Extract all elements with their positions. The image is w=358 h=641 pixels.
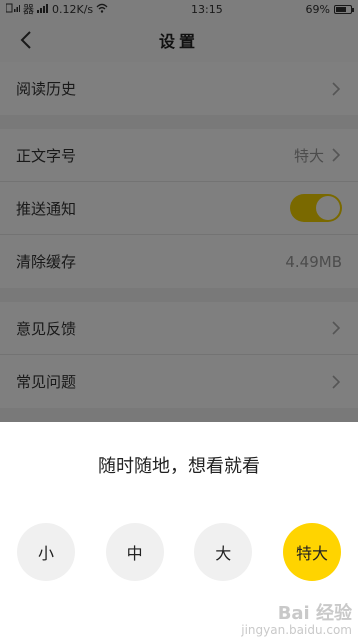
size-option-large[interactable]: 大 <box>194 523 253 581</box>
watermark-main: Bai 经验 <box>277 603 352 625</box>
watermark-sub: jingyan.baidu.com <box>241 622 352 637</box>
size-options: 小 中 大 特大 <box>17 523 341 581</box>
size-option-small[interactable]: 小 <box>17 523 75 581</box>
sheet-title: 随时随地，想看就看 <box>98 456 260 477</box>
size-option-extra-large[interactable]: 特大 <box>282 523 341 581</box>
font-size-sheet: 随时随地，想看就看 小 中 大 特大 Bai 经验 jingyan.baidu.… <box>0 422 358 641</box>
size-option-medium[interactable]: 中 <box>105 523 164 581</box>
watermark: Bai 经验 jingyan.baidu.com <box>241 604 352 637</box>
